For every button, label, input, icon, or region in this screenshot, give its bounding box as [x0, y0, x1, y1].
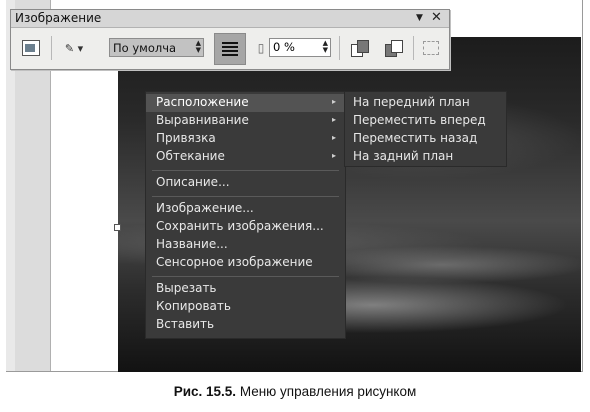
- brush-icon[interactable]: ✎ ▾: [59, 37, 89, 59]
- graphics-mode-value: По умолча: [113, 41, 177, 55]
- frame-border-right: [582, 0, 583, 372]
- bring-front-icon[interactable]: [349, 37, 371, 59]
- toolbar-separator: [51, 36, 52, 60]
- menu-item-label: Описание...: [156, 175, 230, 189]
- menu-item-label: Расположение: [156, 95, 249, 109]
- menu-item-label: Сенсорное изображение: [156, 255, 313, 269]
- dropdown-menu-icon[interactable]: ▼: [416, 13, 423, 23]
- toolbar-titlebar[interactable]: Изображение ▼ ✕: [11, 10, 449, 28]
- submenu-item-label: На передний план: [353, 95, 470, 109]
- submenu-item-label: На задний план: [353, 149, 454, 163]
- toolbar-title: Изображение: [15, 11, 102, 25]
- menu-item-label: Название...: [156, 237, 228, 251]
- menu-item-arrange[interactable]: Расположение ▸: [146, 94, 345, 112]
- selection-icon[interactable]: [421, 37, 441, 59]
- context-menu: Расположение ▸ Выравнивание ▸ Привязка ▸…: [146, 92, 345, 338]
- menu-item-wrap[interactable]: Обтекание ▸: [146, 148, 345, 166]
- menu-item-label: Копировать: [156, 299, 231, 313]
- menu-item-paste[interactable]: Вставить: [146, 316, 345, 334]
- submenu-item-label: Переместить вперед: [353, 113, 486, 127]
- menu-item-label: Вырезать: [156, 281, 217, 295]
- spinner-icon[interactable]: ▲ ▼: [196, 40, 201, 54]
- menu-item-label: Сохранить изображения...: [156, 219, 324, 233]
- menu-item-label: Вставить: [156, 317, 215, 331]
- transparency-icon: ▯: [257, 41, 265, 55]
- menu-item-anchor[interactable]: Привязка ▸: [146, 130, 345, 148]
- menu-item-image-map[interactable]: Сенсорное изображение: [146, 254, 345, 272]
- menu-item-image[interactable]: Изображение...: [146, 200, 345, 218]
- menu-item-label: Изображение...: [156, 201, 254, 215]
- submenu-item-label: Переместить назад: [353, 131, 478, 145]
- toolbar-separator: [413, 36, 414, 60]
- submenu-item-bring-to-front[interactable]: На передний план: [345, 94, 506, 112]
- transparency-field[interactable]: ▲▼: [269, 38, 331, 57]
- resize-handle[interactable]: [114, 224, 121, 231]
- toolbar-separator: [339, 36, 340, 60]
- menu-item-align[interactable]: Выравнивание ▸: [146, 112, 345, 130]
- filter-icon[interactable]: [214, 33, 246, 65]
- submenu-item-bring-forward[interactable]: Переместить вперед: [345, 112, 506, 130]
- menu-item-cut[interactable]: Вырезать: [146, 280, 345, 298]
- menu-item-label: Обтекание: [156, 149, 225, 163]
- arrange-submenu: На передний план Переместить вперед Пере…: [345, 92, 506, 166]
- menu-separator: [152, 276, 339, 277]
- transparency-input[interactable]: [270, 39, 313, 54]
- menu-item-description[interactable]: Описание...: [146, 174, 345, 192]
- menu-item-save-images[interactable]: Сохранить изображения...: [146, 218, 345, 236]
- menu-item-copy[interactable]: Копировать: [146, 298, 345, 316]
- send-back-icon[interactable]: [383, 37, 405, 59]
- menu-separator: [152, 170, 339, 171]
- figure-caption-text: Меню управления рисунком: [239, 384, 417, 399]
- submenu-arrow-icon: ▸: [332, 115, 337, 124]
- toolbar-body: ✎ ▾ По умолча ▲▼ ▯ ▲▼: [11, 28, 449, 69]
- submenu-arrow-icon: ▸: [332, 97, 337, 106]
- submenu-arrow-icon: ▸: [332, 151, 337, 160]
- submenu-item-send-backward[interactable]: Переместить назад: [345, 130, 506, 148]
- figure-label: Рис. 15.5.: [173, 384, 237, 399]
- menu-item-label: Привязка: [156, 131, 216, 145]
- submenu-arrow-icon: ▸: [332, 133, 337, 142]
- graphics-mode-select[interactable]: По умолча ▲ ▼: [109, 38, 204, 57]
- figure-caption: Рис. 15.5. Меню управления рисунком: [0, 384, 590, 399]
- close-icon[interactable]: ✕: [431, 10, 442, 25]
- spinner-icon[interactable]: ▲ ▼: [323, 40, 328, 54]
- menu-separator: [152, 196, 339, 197]
- menu-item-label: Выравнивание: [156, 113, 249, 127]
- image-icon[interactable]: [21, 37, 41, 59]
- submenu-item-send-to-back[interactable]: На задний план: [345, 148, 506, 166]
- image-toolbar: Изображение ▼ ✕ ✎ ▾ По умолча ▲▼ ▯ ▲▼: [10, 9, 450, 70]
- menu-item-caption[interactable]: Название...: [146, 236, 345, 254]
